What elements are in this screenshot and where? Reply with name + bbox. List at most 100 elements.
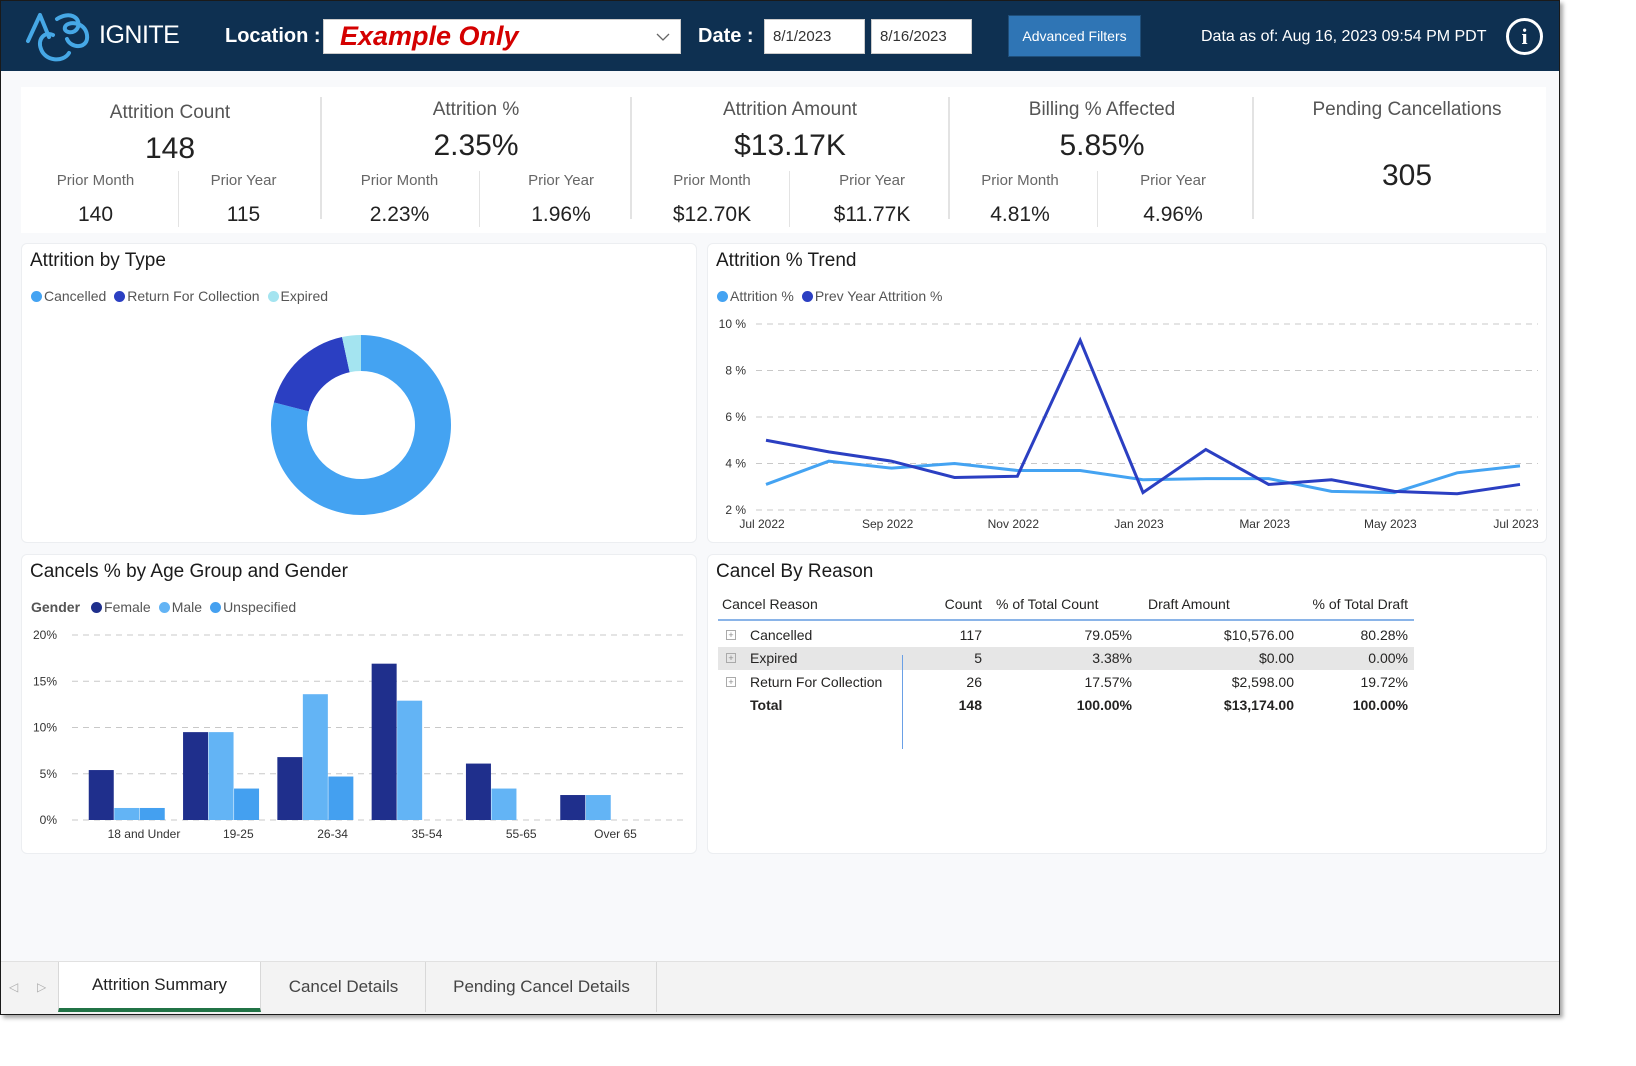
bar-18-and-under-unspecified <box>139 807 165 820</box>
series-line-attrition- <box>765 459 1521 495</box>
kpi-prior-month: Prior Month $12.70K <box>633 172 791 227</box>
header-bar: IGNITE Location : Example Only Date : 8/… <box>1 1 1559 71</box>
bar-18-and-under-male <box>114 807 140 820</box>
y-tick-label: 10 % <box>719 317 747 331</box>
cell-draft: $10,576.00 <box>1223 626 1294 643</box>
cell-count: 117 <box>959 626 982 643</box>
cancel-by-reason-card: Cancel By Reason Cancel Reason Count % o… <box>707 554 1547 854</box>
cell-draft: $13,174.00 <box>1223 697 1294 714</box>
cancels-by-age-gender-card: Cancels % by Age Group and Gender Gender… <box>21 554 697 854</box>
end-date-input[interactable]: 8/16/2023 <box>871 19 972 54</box>
x-tick-label: Mar 2023 <box>1239 517 1290 531</box>
divider <box>479 171 480 227</box>
cell-draft: $2,598.00 <box>1231 673 1294 690</box>
kpi-pending-cancellations: Pending Cancellations 305 <box>1255 87 1559 233</box>
kpi-value: 2.35% <box>433 129 519 162</box>
cell-pct-count: 17.57% <box>1084 673 1132 690</box>
bar-over-65-male <box>585 795 611 820</box>
cell-pct-count: 3.38% <box>1092 650 1132 667</box>
table-header: Cancel Reason Count % of Total Count Dra… <box>718 589 1414 621</box>
bar-55-65-male <box>491 788 517 820</box>
kpi-attrition-amount: Attrition Amount $13.17K Prior Month $12… <box>633 87 947 233</box>
cell-count: 5 <box>974 650 982 667</box>
cell-pct-draft: 80.28% <box>1360 626 1408 643</box>
x-tick-label: May 2023 <box>1364 517 1417 531</box>
start-date-input[interactable]: 8/1/2023 <box>764 19 865 54</box>
report-window: IGNITE Location : Example Only Date : 8/… <box>0 0 1560 1015</box>
page-tab-bar: ◁ ▷ Attrition Summary Cancel Details Pen… <box>1 961 1559 1014</box>
cell-reason: + Cancelled <box>718 627 893 643</box>
cell-pct-draft: 0.00% <box>1368 650 1408 667</box>
line-chart: 2 % 4 % 6 % 8 % 10 % Jul 2022 Sep 2022 Nov 2022… <box>719 317 1539 531</box>
prior-year-label: Prior Year <box>839 172 905 189</box>
prior-month-label: Prior Month <box>981 172 1059 189</box>
kpi-title: Attrition Count <box>109 102 231 123</box>
prior-month-label: Prior Month <box>673 172 751 189</box>
x-tick-label: Jan 2023 <box>1114 517 1164 531</box>
cell-draft: $0.00 <box>1258 650 1294 667</box>
prior-month-value: 4.81% <box>990 203 1050 226</box>
cell-pct-draft: 19.72% <box>1360 673 1408 690</box>
x-tick-label: 18 and Under <box>108 827 181 841</box>
kpi-billing-affected: Billing % Affected 5.85% Prior Month 4.8… <box>951 87 1253 233</box>
info-icon[interactable]: i <box>1506 18 1543 55</box>
x-tick-label: Over 65 <box>594 827 637 841</box>
kpi-strip: Attrition Count 148 Prior Month 140 Prio… <box>21 87 1546 233</box>
expand-icon[interactable]: + <box>726 653 736 664</box>
prior-year-value: 115 <box>226 203 261 226</box>
cell-pct-count: 79.05% <box>1084 626 1132 643</box>
x-tick-label: 19-25 <box>223 827 254 841</box>
x-tick-label: 26-34 <box>317 827 348 841</box>
kpi-prior-year: Prior Year 1.96% <box>491 172 631 227</box>
prior-month-label: Prior Month <box>360 172 439 189</box>
reason-label: Expired <box>750 650 798 667</box>
col-header-count[interactable]: Count <box>893 596 986 612</box>
prev-page-arrow-icon[interactable]: ◁ <box>9 980 18 994</box>
y-tick-label: 5% <box>40 767 58 781</box>
prior-year-value: 4.96% <box>1143 203 1203 226</box>
kpi-title: Attrition % <box>432 99 520 120</box>
col-header-pct-total-count[interactable]: % of Total Count <box>986 596 1136 612</box>
kpi-divider <box>1252 97 1254 219</box>
divider <box>789 171 790 227</box>
col-header-cancel-reason[interactable]: Cancel Reason <box>718 596 893 612</box>
tab-cancel-details[interactable]: Cancel Details <box>262 962 426 1012</box>
location-dropdown[interactable]: Example Only <box>323 19 681 54</box>
bar-19-25-male <box>208 732 234 820</box>
attrition-trend-card: Attrition % Trend Attrition % Prev Year … <box>707 243 1547 543</box>
expand-icon[interactable]: + <box>726 629 736 640</box>
prior-year-value: $11.77K <box>833 203 911 226</box>
tab-attrition-summary[interactable]: Attrition Summary <box>58 962 261 1012</box>
kpi-title: Attrition Amount <box>722 99 858 120</box>
advanced-filters-button[interactable]: Advanced Filters <box>1008 15 1141 57</box>
kpi-title: Pending Cancellations <box>1312 99 1502 120</box>
bar-35-54-female <box>371 663 397 820</box>
abc-logo-icon <box>26 13 90 62</box>
table-total-row: Total 148 100.00% $13,174.00 100.00% <box>718 694 1414 718</box>
kpi-prior-year: Prior Year 4.96% <box>1103 172 1243 227</box>
next-page-arrow-icon[interactable]: ▷ <box>37 980 46 994</box>
prior-year-label: Prior Year <box>1140 172 1206 189</box>
prior-year-label: Prior Year <box>210 172 277 189</box>
x-tick-label: Jul 2022 <box>739 517 785 531</box>
table-row: + Return For Collection 26 17.57% $2,598.… <box>718 670 1414 694</box>
prior-month-value: 140 <box>77 203 114 226</box>
cell-reason: Total <box>750 697 783 714</box>
cancel-reason-table: Cancel Reason Count % of Total Count Dra… <box>718 589 1414 749</box>
bar-26-34-unspecified <box>328 776 354 820</box>
kpi-value: $13.17K <box>734 129 846 162</box>
expand-icon[interactable]: + <box>726 676 736 687</box>
col-header-draft-amount[interactable]: Draft Amount <box>1136 596 1298 612</box>
date-label: Date : <box>698 25 754 47</box>
bar-26-34-male <box>302 694 328 820</box>
kpi-prior-year: Prior Year 115 <box>169 172 318 227</box>
cell-count: 148 <box>958 697 982 714</box>
col-header-pct-total-draft[interactable]: % of Total Draft <box>1298 596 1412 612</box>
divider <box>1097 171 1098 227</box>
x-tick-label: Sep 2022 <box>862 517 914 531</box>
y-tick-label: 2 % <box>725 503 746 517</box>
tab-pending-cancel-details[interactable]: Pending Cancel Details <box>427 962 657 1012</box>
table-row: + Cancelled 117 79.05% $10,576.00 80.28% <box>718 623 1414 647</box>
x-tick-label: Nov 2022 <box>988 517 1040 531</box>
kpi-value: 5.85% <box>1059 129 1145 162</box>
